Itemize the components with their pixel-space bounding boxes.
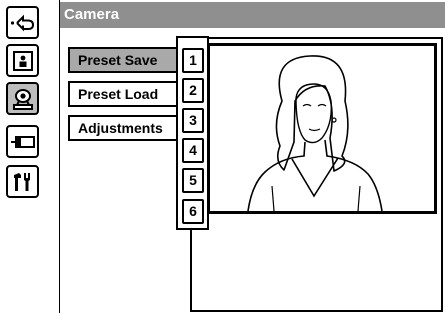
input-button[interactable]: [6, 125, 39, 158]
input-device-icon: [10, 135, 35, 148]
preset-4-button[interactable]: 4: [182, 138, 204, 163]
preset-5-button[interactable]: 5: [182, 168, 204, 193]
preset-number-list: 1 2 3 4 5 6: [176, 36, 209, 230]
page-title: Camera: [60, 2, 445, 28]
tools-icon: [13, 172, 30, 191]
preset-save-button[interactable]: Preset Save: [68, 47, 182, 73]
preset-2-button[interactable]: 2: [182, 78, 204, 103]
back-arrow-icon: [10, 14, 34, 31]
preset-1-button[interactable]: 1: [182, 48, 204, 73]
preset-load-button[interactable]: Preset Load: [68, 81, 182, 107]
camera-icon: [12, 88, 33, 110]
user-button[interactable]: [6, 44, 39, 77]
sidebar-divider: [59, 0, 60, 313]
preset-3-button[interactable]: 3: [182, 108, 204, 133]
camera-preview: [207, 43, 437, 214]
adjustments-button[interactable]: Adjustments: [68, 115, 182, 141]
camera-button[interactable]: [6, 82, 39, 115]
person-card-icon: [12, 50, 33, 71]
preset-6-button[interactable]: 6: [182, 199, 204, 224]
back-button[interactable]: [6, 6, 39, 39]
settings-button[interactable]: [6, 165, 39, 198]
person-illustration: [247, 55, 383, 212]
